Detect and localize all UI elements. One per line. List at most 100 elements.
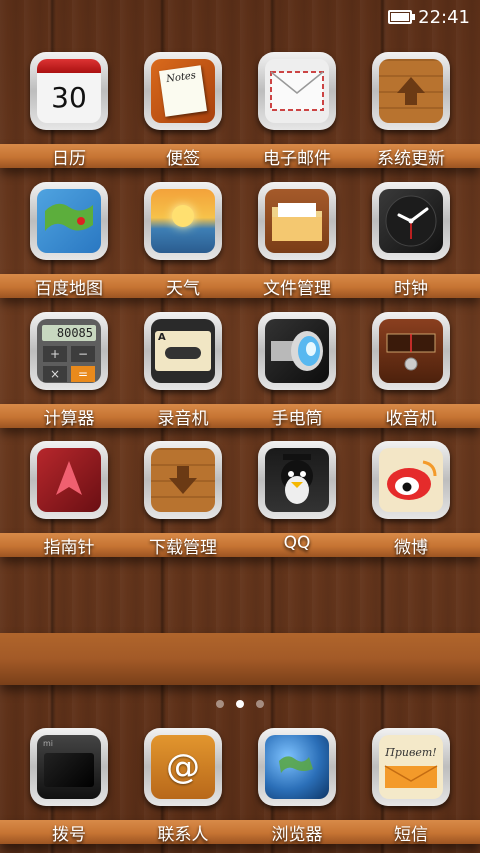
calculator-display: 80085 bbox=[42, 325, 96, 341]
page-dot[interactable] bbox=[256, 700, 264, 708]
globe-land-icon bbox=[279, 756, 313, 773]
app-row: 指南针 下载管理 QQ 微博 bbox=[0, 441, 480, 571]
globe-icon bbox=[258, 728, 336, 806]
app-clock[interactable]: 时钟 bbox=[356, 182, 466, 312]
app-label: 联系人 bbox=[157, 825, 209, 845]
equals-key: = bbox=[71, 366, 95, 382]
dock: mi 拨号 @ 联系人 浏览器 Привет! 短信 bbox=[0, 728, 480, 853]
app-browser[interactable]: 浏览器 bbox=[242, 728, 352, 853]
folder-shape-icon bbox=[272, 203, 322, 241]
cassette-side: A bbox=[158, 332, 166, 343]
map-icon bbox=[30, 182, 108, 260]
mail-face bbox=[265, 59, 329, 123]
at-sign-icon: @ bbox=[166, 747, 200, 787]
app-notes[interactable]: Notes 便签 bbox=[128, 52, 238, 182]
page-dot[interactable] bbox=[216, 700, 224, 708]
app-radio[interactable]: 收音机 bbox=[356, 312, 466, 442]
weibo-icon bbox=[372, 441, 450, 519]
folder-face bbox=[265, 189, 329, 253]
app-file-manager[interactable]: 文件管理 bbox=[242, 182, 352, 312]
radio-icon bbox=[372, 312, 450, 390]
calendar-icon: 30 bbox=[30, 52, 108, 130]
app-phone[interactable]: mi 拨号 bbox=[14, 728, 124, 853]
sms-greeting: Привет! bbox=[385, 745, 437, 759]
app-label: 文件管理 bbox=[263, 279, 331, 299]
download-face bbox=[151, 448, 215, 512]
app-weather[interactable]: 天气 bbox=[128, 182, 238, 312]
app-compass[interactable]: 指南针 bbox=[14, 441, 124, 571]
envelope-icon bbox=[384, 764, 438, 788]
page-dot-active[interactable] bbox=[236, 700, 244, 708]
contacts-icon: @ bbox=[144, 728, 222, 806]
app-contacts[interactable]: @ 联系人 bbox=[128, 728, 238, 853]
phone-face: mi bbox=[37, 735, 101, 799]
sun-icon bbox=[172, 205, 194, 227]
sms-icon: Привет! bbox=[372, 728, 450, 806]
app-system-update[interactable]: 系统更新 bbox=[356, 52, 466, 182]
radio-face bbox=[379, 319, 443, 383]
map-land-icon bbox=[45, 203, 93, 231]
qq-penguin-icon bbox=[258, 441, 336, 519]
globe-face bbox=[265, 735, 329, 799]
calculator-keys: + − × = bbox=[43, 346, 95, 382]
notes-icon: Notes bbox=[144, 52, 222, 130]
app-mail[interactable]: 电子邮件 bbox=[242, 52, 352, 182]
notes-face: Notes bbox=[151, 59, 215, 123]
shelf bbox=[0, 633, 480, 685]
calculator-face: 80085 + − × = bbox=[37, 319, 101, 383]
compass-face bbox=[37, 448, 101, 512]
battery-fill bbox=[391, 13, 410, 21]
page-indicator[interactable] bbox=[0, 700, 480, 710]
app-recorder[interactable]: A 录音机 bbox=[128, 312, 238, 442]
cassette-window bbox=[165, 347, 201, 359]
app-weibo[interactable]: 微博 bbox=[356, 441, 466, 571]
app-label: 微博 bbox=[394, 538, 428, 558]
minus-key: − bbox=[71, 346, 95, 362]
note-paper: Notes bbox=[159, 65, 207, 117]
radio-dial-icon bbox=[386, 333, 436, 371]
app-label: 录音机 bbox=[157, 409, 209, 429]
download-icon bbox=[144, 441, 222, 519]
arrow-down-icon bbox=[169, 466, 197, 494]
clock-icon bbox=[372, 182, 450, 260]
app-label: 天气 bbox=[166, 279, 200, 299]
qq-face bbox=[265, 448, 329, 512]
app-row: 80085 + − × = 计算器 A 录音机 手电筒 收音机 bbox=[0, 312, 480, 442]
sms-face: Привет! bbox=[379, 735, 443, 799]
battery-icon bbox=[388, 10, 416, 24]
app-flashlight[interactable]: 手电筒 bbox=[242, 312, 352, 442]
clock-time: 22:41 bbox=[418, 6, 470, 28]
app-calendar[interactable]: 30 日历 bbox=[14, 52, 124, 182]
app-label: 下载管理 bbox=[149, 538, 217, 558]
app-label: 时钟 bbox=[394, 279, 428, 299]
app-baidu-map[interactable]: 百度地图 bbox=[14, 182, 124, 312]
app-label: 日历 bbox=[52, 149, 86, 169]
calendar-face: 30 bbox=[37, 59, 101, 123]
weather-face bbox=[151, 189, 215, 253]
app-calculator[interactable]: 80085 + − × = 计算器 bbox=[14, 312, 124, 442]
app-qq[interactable]: QQ bbox=[242, 441, 352, 571]
weibo-face bbox=[379, 448, 443, 512]
flashlight-shape-icon bbox=[271, 331, 323, 371]
app-label: 计算器 bbox=[43, 409, 95, 429]
flashlight-face bbox=[265, 319, 329, 383]
cassette-label: A bbox=[155, 331, 211, 371]
map-face bbox=[37, 189, 101, 253]
note-title: Notes bbox=[165, 70, 197, 86]
phone-screen bbox=[44, 753, 94, 787]
app-label: 短信 bbox=[394, 825, 428, 845]
calendar-header bbox=[37, 59, 101, 73]
app-label: 手电筒 bbox=[271, 409, 323, 429]
clock-hands-icon bbox=[385, 195, 437, 247]
app-sms[interactable]: Привет! 短信 bbox=[356, 728, 466, 853]
mail-icon bbox=[258, 52, 336, 130]
app-label: 收音机 bbox=[385, 409, 437, 429]
app-download-manager[interactable]: 下载管理 bbox=[128, 441, 238, 571]
compass-icon bbox=[30, 441, 108, 519]
multiply-key: × bbox=[43, 366, 67, 382]
app-label: 浏览器 bbox=[271, 825, 323, 845]
app-label: 电子邮件 bbox=[263, 149, 331, 169]
update-face bbox=[379, 59, 443, 123]
clock-face bbox=[379, 189, 443, 253]
cassette-face: A bbox=[151, 319, 215, 383]
